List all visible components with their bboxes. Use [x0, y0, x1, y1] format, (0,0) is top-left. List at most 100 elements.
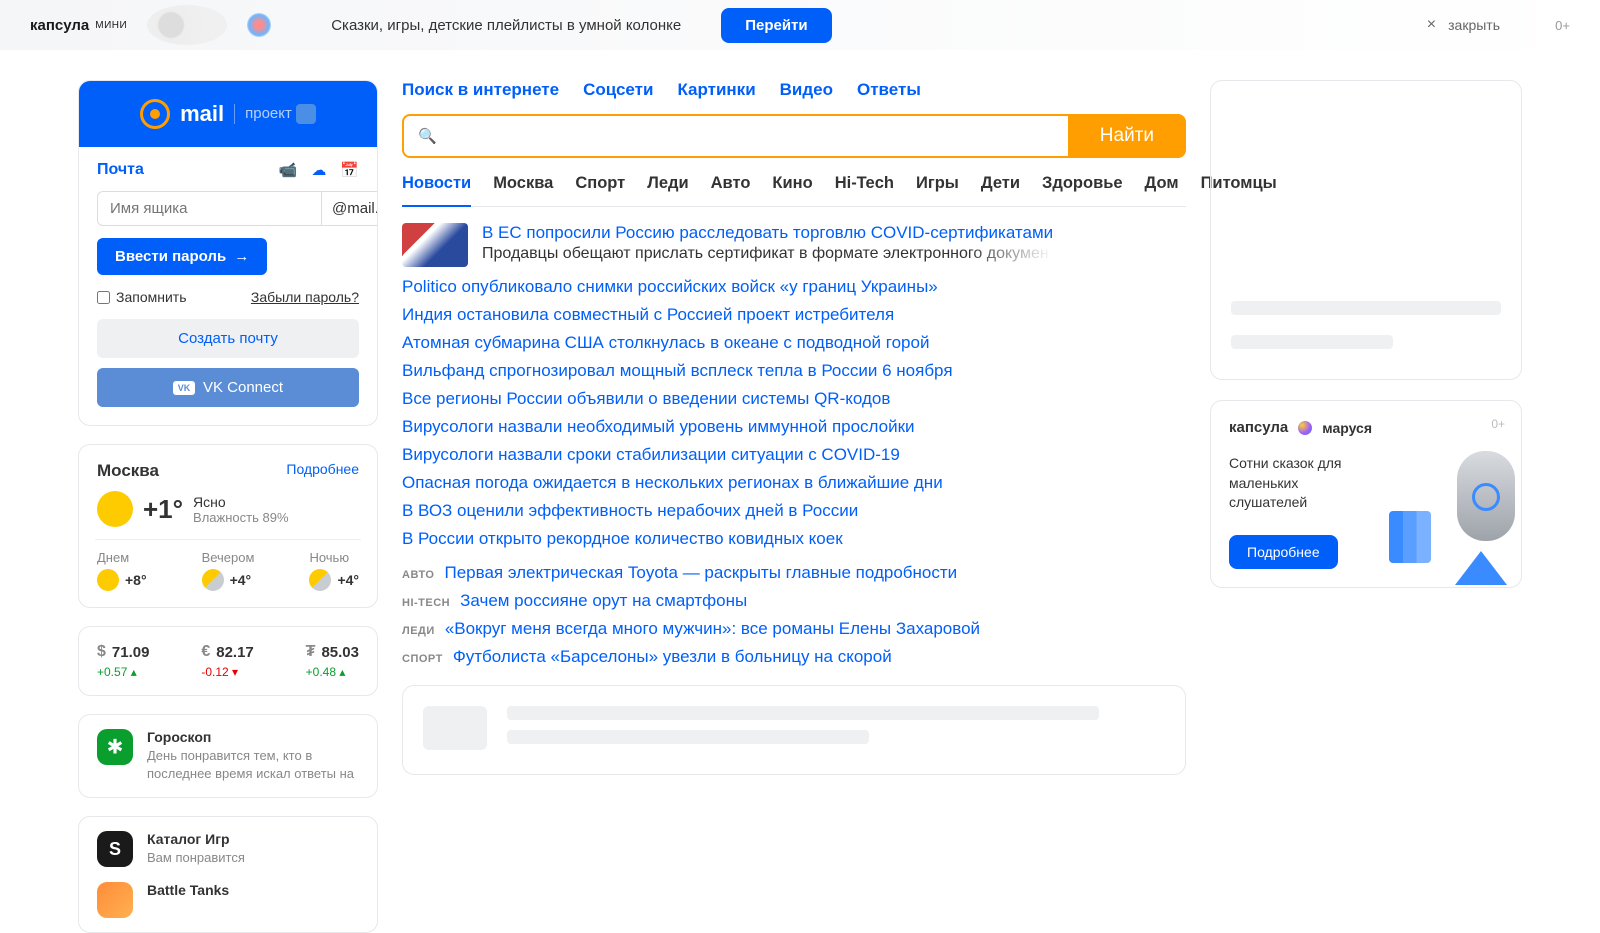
- sun-icon: [97, 569, 119, 591]
- search-category-tabs: Поиск в интернете Соцсети Картинки Видео Отв…: [402, 80, 1186, 100]
- news-tab[interactable]: Новости: [402, 174, 471, 207]
- weather-condition: Ясно: [193, 494, 288, 510]
- horoscope-icon: [97, 729, 133, 765]
- promo-brand: капсула: [30, 17, 89, 34]
- promo-go-button[interactable]: Перейти: [721, 8, 831, 43]
- news-lead-title[interactable]: В ЕС попросили Россию расследовать торго…: [482, 223, 1053, 243]
- news-link[interactable]: Вирусологи назвали сроки стабилизации си…: [402, 445, 1186, 465]
- news-category-tabs: Новости Москва Спорт Леди Авто Кино Hi-Tech Игр…: [402, 174, 1186, 207]
- mailbox-input[interactable]: [97, 191, 321, 226]
- currency-symbol: ₮: [306, 643, 316, 661]
- news-link[interactable]: «Вокруг меня всегда много мужчин»: все р…: [445, 619, 980, 639]
- enter-password-button[interactable]: Ввести пароль: [97, 238, 267, 275]
- news-tab[interactable]: Здоровье: [1042, 174, 1123, 206]
- news-lead-thumbnail: [402, 223, 468, 267]
- news-link[interactable]: Футболиста «Барселоны» увезли в больницу…: [453, 647, 892, 667]
- news-tab[interactable]: Hi-Tech: [835, 174, 894, 206]
- kapsula-more-button[interactable]: Подробнее: [1229, 535, 1338, 569]
- news-link[interactable]: Все регионы России объявили о введении с…: [402, 389, 1186, 409]
- currency-item[interactable]: ₮85.03+0.48 ▴: [306, 643, 359, 679]
- category-news-row: СПОРТФутболиста «Барселоны» увезли в бол…: [402, 647, 1186, 667]
- battle-tanks-title: Battle Tanks: [147, 882, 229, 898]
- close-icon: ×: [1427, 16, 1436, 34]
- news-category-label: АВТО: [402, 569, 434, 581]
- search-button[interactable]: Найти: [1068, 114, 1186, 158]
- news-link[interactable]: Зачем россияне орут на смартфоны: [460, 591, 747, 611]
- news-link[interactable]: Вирусологи назвали необходимый уровень и…: [402, 417, 1186, 437]
- currency-card[interactable]: $71.09+0.57 ▴€82.17-0.12 ▾₮85.03+0.48 ▴: [78, 626, 378, 696]
- forgot-password-link[interactable]: Забыли пароль?: [251, 289, 359, 305]
- news-link[interactable]: Опасная погода ожидается в нескольких ре…: [402, 473, 1186, 493]
- search-tab[interactable]: Ответы: [857, 80, 921, 100]
- kapsula-text: Сотни сказок для маленьких слушателей: [1229, 454, 1359, 513]
- promo-close-button[interactable]: × закрыть: [1427, 16, 1500, 34]
- calendar-icon[interactable]: 📅: [340, 161, 359, 179]
- news-link[interactable]: Первая электрическая Toyota — раскрыты г…: [444, 563, 957, 583]
- search-tab[interactable]: Видео: [780, 80, 833, 100]
- search-tab[interactable]: Картинки: [677, 80, 755, 100]
- ad-placeholder: [1210, 80, 1522, 380]
- cloud-icon[interactable]: ☁: [311, 161, 326, 179]
- currency-value: 85.03: [321, 644, 359, 661]
- kapsula-brand: капсула: [1229, 419, 1288, 436]
- news-tab[interactable]: Игры: [916, 174, 959, 206]
- news-tab[interactable]: Москва: [493, 174, 553, 206]
- weather-humidity: Влажность 89%: [193, 510, 288, 525]
- speaker-image: [147, 5, 227, 45]
- divider: [234, 104, 235, 124]
- battle-tanks-icon: [97, 882, 133, 918]
- moon-icon: [202, 569, 224, 591]
- weather-part-label: Днем: [97, 550, 147, 565]
- news-tab[interactable]: Леди: [647, 174, 688, 206]
- remember-checkbox[interactable]: Запомнить: [97, 289, 187, 305]
- news-tab[interactable]: Дом: [1145, 174, 1179, 206]
- news-link[interactable]: Индия остановила совместный с Россией пр…: [402, 305, 1186, 325]
- news-tab[interactable]: Авто: [711, 174, 751, 206]
- weather-part: Вечером+4°: [202, 550, 255, 591]
- news-tab[interactable]: Спорт: [575, 174, 625, 206]
- news-lead-desc: Продавцы обещают прислать сертификат в ф…: [482, 245, 1053, 263]
- news-link[interactable]: В России открыто рекордное количество ко…: [402, 529, 1186, 549]
- promo-close-label: закрыть: [1448, 17, 1500, 33]
- create-mail-button[interactable]: Создать почту: [97, 319, 359, 358]
- vk-logo-icon: VK: [173, 381, 195, 395]
- news-link[interactable]: Politico опубликовало снимки российских …: [402, 277, 1186, 297]
- video-icon[interactable]: 📹: [279, 161, 298, 179]
- news-tab[interactable]: Дети: [981, 174, 1020, 206]
- currency-symbol: €: [201, 643, 210, 661]
- marusya-icon: [1298, 421, 1312, 435]
- logo-header[interactable]: mail проект: [79, 81, 377, 147]
- search-input[interactable]: [447, 127, 1054, 145]
- search-tab[interactable]: Соцсети: [583, 80, 653, 100]
- kapsula-promo-card[interactable]: капсула маруся 0+ Сотни сказок для мален…: [1210, 400, 1522, 588]
- news-tab[interactable]: Кино: [772, 174, 812, 206]
- kapsula-illustration: [1375, 441, 1522, 588]
- currency-item[interactable]: €82.17-0.12 ▾: [201, 643, 253, 679]
- search-tab[interactable]: Поиск в интернете: [402, 80, 559, 100]
- news-lead-item[interactable]: В ЕС попросили Россию расследовать торго…: [402, 223, 1186, 267]
- currency-item[interactable]: $71.09+0.57 ▴: [97, 643, 149, 679]
- domain-select[interactable]: @mail.ru: [321, 191, 378, 226]
- weather-part: Ночью+4°: [309, 550, 359, 591]
- vk-connect-button[interactable]: VKVK Connect: [97, 368, 359, 407]
- kapsula-assistant: маруся: [1322, 420, 1372, 436]
- weather-more-link[interactable]: Подробнее: [286, 461, 359, 481]
- news-link[interactable]: Вильфанд спрогнозировал мощный всплеск т…: [402, 361, 1186, 381]
- weather-card: Москва Подробнее +1° Ясно Влажность 89% …: [78, 444, 378, 608]
- mail-card: mail проект Почта 📹 ☁ 📅 @mail.ru В: [78, 80, 378, 426]
- promo-text: Сказки, игры, детские плейлисты в умной …: [331, 17, 681, 34]
- horoscope-desc: День понравится тем, кто в последнее вре…: [147, 747, 359, 783]
- category-news-row: HI-TECHЗачем россияне орут на смартфоны: [402, 591, 1186, 611]
- horoscope-card[interactable]: Гороскоп День понравится тем, кто в посл…: [78, 714, 378, 798]
- mail-title[interactable]: Почта: [97, 161, 144, 179]
- weather-part: Днем+8°: [97, 550, 147, 591]
- news-link[interactable]: Атомная субмарина США столкнулась в океа…: [402, 333, 1186, 353]
- search-icon: 🔍: [418, 127, 437, 145]
- games-catalog-card[interactable]: S Каталог Игр Вам понравится Battle Tank…: [78, 816, 378, 932]
- news-link[interactable]: В ВОЗ оценили эффективность нерабочих дн…: [402, 501, 1186, 521]
- currency-value: 71.09: [112, 644, 150, 661]
- promo-brand-sub: МИНИ: [95, 20, 127, 31]
- weather-city: Москва: [97, 461, 159, 481]
- news-category-label: ЛЕДИ: [402, 625, 435, 637]
- horoscope-title: Гороскоп: [147, 729, 359, 745]
